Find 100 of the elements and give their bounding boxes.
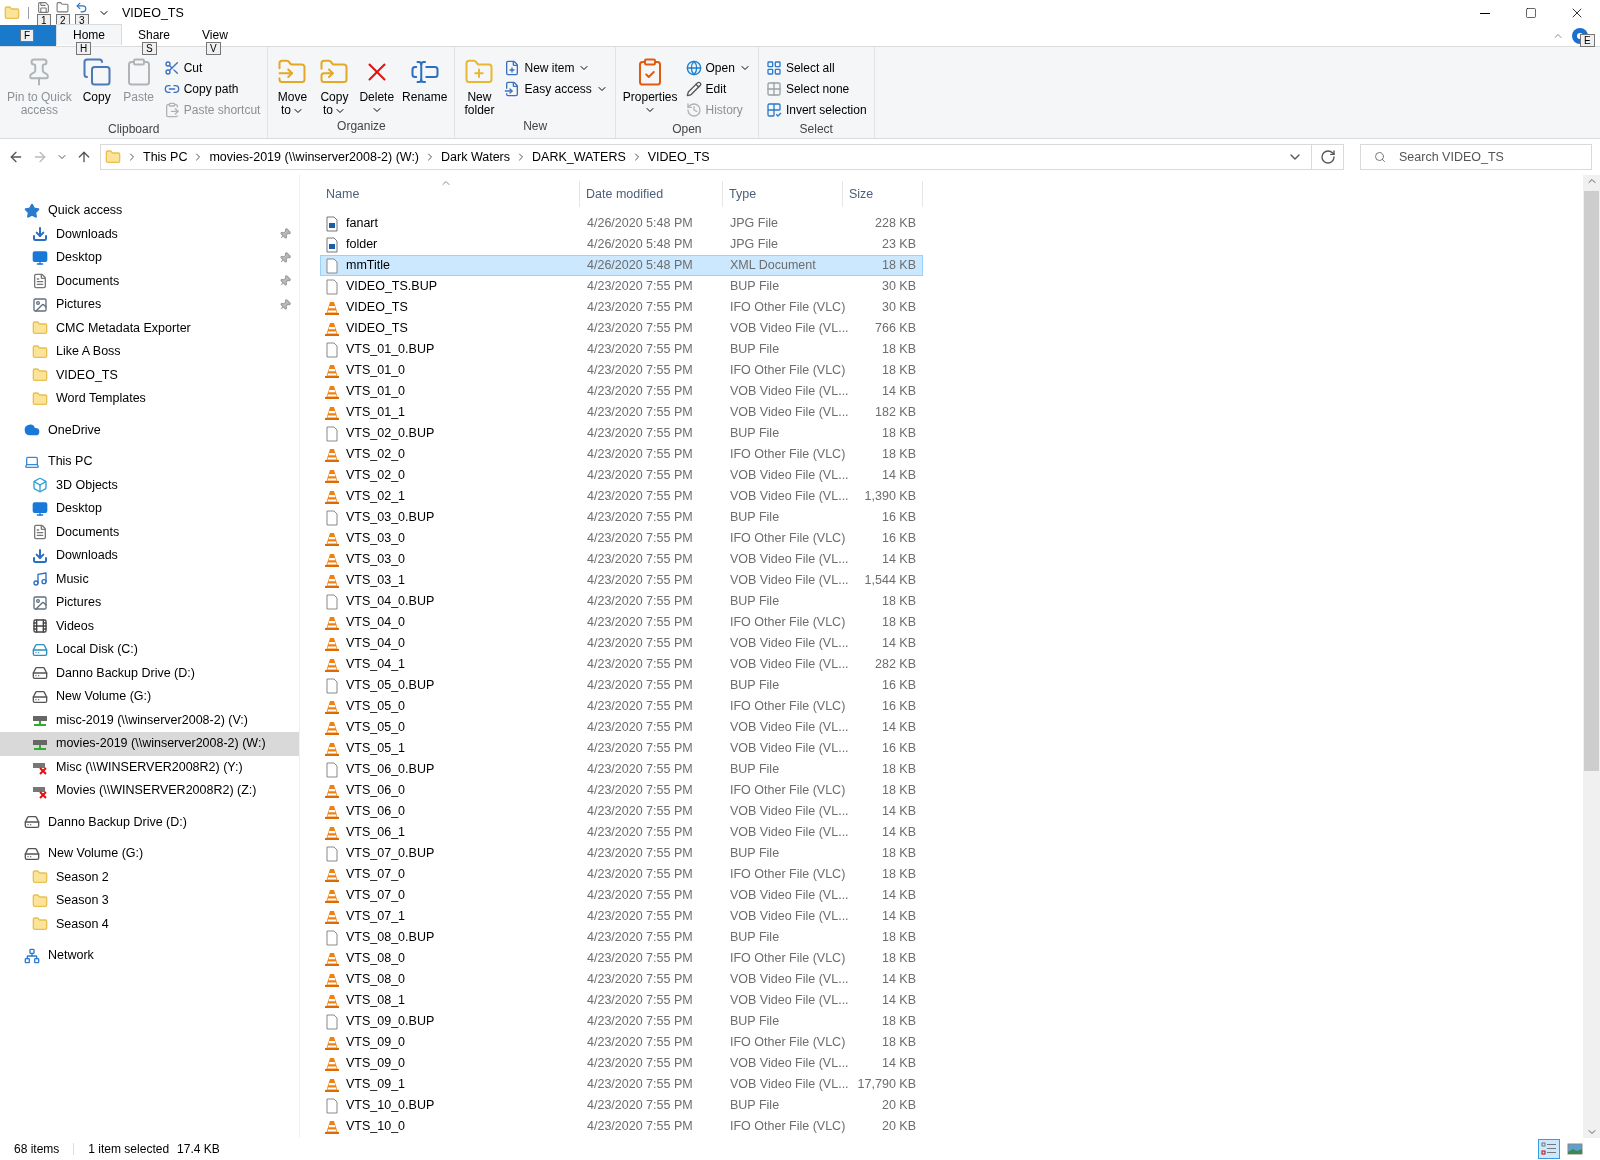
file-row[interactable]: VTS_09_1 4/23/2020 7:55 PM VOB Video File (VL... 17,790 KB xyxy=(320,1074,923,1095)
nav-item[interactable]: VIDEO_TS xyxy=(0,363,299,387)
nav-item[interactable]: Word Templates xyxy=(0,387,299,411)
file-row[interactable]: VTS_10_0 4/23/2020 7:55 PM IFO Other File (VLC) 20 KB xyxy=(320,1116,923,1137)
file-row[interactable]: VTS_09_0.BUP 4/23/2020 7:55 PM BUP File 18 KB xyxy=(320,1011,923,1032)
ribbon-button[interactable]: Select all xyxy=(762,57,870,78)
file-row[interactable]: VTS_09_0 4/23/2020 7:55 PM IFO Other File (VLC) 18 KB xyxy=(320,1032,923,1053)
file-row[interactable]: VTS_08_0.BUP 4/23/2020 7:55 PM BUP File 18 KB xyxy=(320,927,923,948)
column-header[interactable]: Size xyxy=(843,181,923,207)
nav-item[interactable]: Danno Backup Drive (D:) xyxy=(0,810,299,834)
nav-item[interactable]: Desktop xyxy=(0,246,299,270)
file-row[interactable]: VTS_03_0 4/23/2020 7:55 PM IFO Other File (VLC) 16 KB xyxy=(320,528,923,549)
nav-item[interactable]: Misc (\\WINSERVER2008R2) (Y:) xyxy=(0,755,299,779)
nav-item[interactable]: Quick access xyxy=(0,199,299,223)
nav-item[interactable]: Season 2 xyxy=(0,865,299,889)
ribbon-button[interactable]: Properties xyxy=(619,57,681,116)
nav-item[interactable]: Music xyxy=(0,567,299,591)
nav-item[interactable]: OneDrive xyxy=(0,418,299,442)
file-row[interactable]: VTS_07_0.BUP 4/23/2020 7:55 PM BUP File 18 KB xyxy=(320,843,923,864)
nav-item[interactable]: Local Disk (C:) xyxy=(0,638,299,662)
file-row[interactable]: VTS_04_0.BUP 4/23/2020 7:55 PM BUP File 18 KB xyxy=(320,591,923,612)
nav-item[interactable]: Season 4 xyxy=(0,912,299,936)
file-row[interactable]: VTS_08_0 4/23/2020 7:55 PM IFO Other File (VLC) 18 KB xyxy=(320,948,923,969)
scrollbar-thumb[interactable] xyxy=(1584,191,1599,771)
file-row[interactable]: VTS_06_1 4/23/2020 7:55 PM VOB Video File (VL... 14 KB xyxy=(320,822,923,843)
search-field[interactable]: Search VIDEO_TS xyxy=(1360,144,1592,170)
nav-item[interactable]: misc-2019 (\\winserver2008-2) (V:) xyxy=(0,708,299,732)
breadcrumb[interactable]: DARK_WATERS xyxy=(532,147,626,167)
ribbon-button[interactable]: Rename xyxy=(399,57,451,104)
file-row[interactable]: VTS_01_0 4/23/2020 7:55 PM IFO Other File (VLC) 18 KB xyxy=(320,360,923,381)
nav-item[interactable]: Documents xyxy=(0,269,299,293)
ribbon-button[interactable]: Easy access xyxy=(501,78,611,99)
scrollbar[interactable] xyxy=(1583,175,1600,1138)
nav-item[interactable]: CMC Metadata Exporter xyxy=(0,316,299,340)
nav-item[interactable]: 3D Objects xyxy=(0,473,299,497)
file-row[interactable]: VTS_05_0.BUP 4/23/2020 7:55 PM BUP File 16 KB xyxy=(320,675,923,696)
breadcrumb[interactable]: This PC xyxy=(143,147,188,167)
file-row[interactable]: VTS_06_0.BUP 4/23/2020 7:55 PM BUP File 18 KB xyxy=(320,759,923,780)
column-header[interactable]: Type xyxy=(723,181,843,207)
breadcrumb[interactable]: Dark Waters xyxy=(441,147,510,167)
file-row[interactable]: VTS_06_0 4/23/2020 7:55 PM VOB Video File (VL... 14 KB xyxy=(320,801,923,822)
file-row[interactable]: VTS_02_1 4/23/2020 7:55 PM VOB Video File (VL... 1,390 KB xyxy=(320,486,923,507)
nav-item[interactable]: Desktop xyxy=(0,497,299,521)
undo-icon[interactable] xyxy=(75,1,88,14)
column-header[interactable]: Name xyxy=(320,181,580,207)
file-row[interactable]: mmTitle 4/26/2020 5:48 PM XML Document 18 KB xyxy=(320,255,923,276)
file-row[interactable]: VTS_06_0 4/23/2020 7:55 PM IFO Other File (VLC) 18 KB xyxy=(320,780,923,801)
view-button[interactable] xyxy=(1538,1139,1560,1159)
file-row[interactable]: VTS_07_0 4/23/2020 7:55 PM VOB Video File (VL... 14 KB xyxy=(320,885,923,906)
ribbon-tab[interactable]: Home xyxy=(56,24,122,45)
file-row[interactable]: VTS_05_0 4/23/2020 7:55 PM VOB Video File (VL... 14 KB xyxy=(320,717,923,738)
file-row[interactable]: folder 4/26/2020 5:48 PM JPG File 23 KB xyxy=(320,234,923,255)
file-row[interactable]: VTS_05_0 4/23/2020 7:55 PM IFO Other File (VLC) 16 KB xyxy=(320,696,923,717)
file-row[interactable]: VTS_03_0.BUP 4/23/2020 7:55 PM BUP File 16 KB xyxy=(320,507,923,528)
file-row[interactable]: VTS_05_1 4/23/2020 7:55 PM VOB Video File (VL... 16 KB xyxy=(320,738,923,759)
nav-item[interactable]: Danno Backup Drive (D:) xyxy=(0,661,299,685)
nav-item[interactable]: Downloads xyxy=(0,222,299,246)
save-icon[interactable] xyxy=(37,1,50,14)
nav-item[interactable]: Pictures xyxy=(0,293,299,317)
file-row[interactable]: VTS_09_0 4/23/2020 7:55 PM VOB Video File (VL... 14 KB xyxy=(320,1053,923,1074)
ribbon-button[interactable]: Copy xyxy=(76,57,117,104)
file-row[interactable]: VIDEO_TS 4/23/2020 7:55 PM IFO Other File (VLC) 30 KB xyxy=(320,297,923,318)
ribbon-button[interactable]: Copy path xyxy=(160,78,264,99)
file-row[interactable]: VTS_01_0.BUP 4/23/2020 7:55 PM BUP File 18 KB xyxy=(320,339,923,360)
nav-item[interactable]: Documents xyxy=(0,520,299,544)
column-header[interactable]: Date modified xyxy=(580,181,723,207)
breadcrumb[interactable]: VIDEO_TS xyxy=(647,147,710,167)
file-row[interactable]: VTS_08_1 4/23/2020 7:55 PM VOB Video File (VL... 14 KB xyxy=(320,990,923,1011)
nav-item[interactable]: New Volume (G:) xyxy=(0,685,299,709)
file-row[interactable]: fanart 4/26/2020 5:48 PM JPG File 228 KB xyxy=(320,213,923,234)
nav-item[interactable]: Pictures xyxy=(0,591,299,615)
nav-item[interactable]: New Volume (G:) xyxy=(0,842,299,866)
ribbon-button[interactable]: Edit xyxy=(682,78,754,99)
breadcrumb[interactable]: movies-2019 (\\winserver2008-2) (W:) xyxy=(209,147,419,167)
nav-item[interactable]: Movies (\\WINSERVER2008R2) (Z:) xyxy=(0,779,299,803)
nav-item[interactable]: Videos xyxy=(0,614,299,638)
nav-item[interactable]: Network xyxy=(0,944,299,968)
nav-item[interactable]: Downloads xyxy=(0,544,299,568)
ribbon-button[interactable]: Copy to xyxy=(314,57,355,117)
refresh-icon[interactable] xyxy=(1319,149,1336,165)
file-row[interactable]: VTS_03_1 4/23/2020 7:55 PM VOB Video File (VL... 1,544 KB xyxy=(320,570,923,591)
address-bar[interactable]: This PC movies-2019 (\\winserver2008-2) (W:) Dark Waters DARK_WATERS VIDEO_TS xyxy=(100,144,1344,170)
ribbon-button[interactable]: New item xyxy=(501,57,611,78)
file-tab[interactable]: F xyxy=(0,25,56,46)
file-row[interactable]: VTS_02_0 4/23/2020 7:55 PM VOB Video File (VL... 14 KB xyxy=(320,465,923,486)
file-row[interactable]: VTS_01_1 4/23/2020 7:55 PM VOB Video File (VL... 182 KB xyxy=(320,402,923,423)
file-row[interactable]: VIDEO_TS.BUP 4/23/2020 7:55 PM BUP File 30 KB xyxy=(320,276,923,297)
nav-item[interactable]: Like A Boss xyxy=(0,340,299,364)
ribbon-button[interactable]: Invert selection xyxy=(762,99,870,120)
ribbon-button[interactable]: Cut xyxy=(160,57,264,78)
file-row[interactable]: VTS_07_0 4/23/2020 7:55 PM IFO Other File (VLC) 18 KB xyxy=(320,864,923,885)
ribbon-button[interactable]: Move to xyxy=(272,57,313,117)
file-row[interactable]: VTS_08_0 4/23/2020 7:55 PM VOB Video File (VL... 14 KB xyxy=(320,969,923,990)
nav-item[interactable]: Season 3 xyxy=(0,889,299,913)
file-row[interactable]: VTS_04_0 4/23/2020 7:55 PM IFO Other File (VLC) 18 KB xyxy=(320,612,923,633)
folder-icon[interactable] xyxy=(56,1,69,14)
file-row[interactable]: VTS_04_0 4/23/2020 7:55 PM VOB Video File (VL... 14 KB xyxy=(320,633,923,654)
ribbon-button[interactable]: Delete xyxy=(356,57,398,116)
file-row[interactable]: VTS_02_0.BUP 4/23/2020 7:55 PM BUP File 18 KB xyxy=(320,423,923,444)
file-row[interactable]: VTS_02_0 4/23/2020 7:55 PM IFO Other File (VLC) 18 KB xyxy=(320,444,923,465)
